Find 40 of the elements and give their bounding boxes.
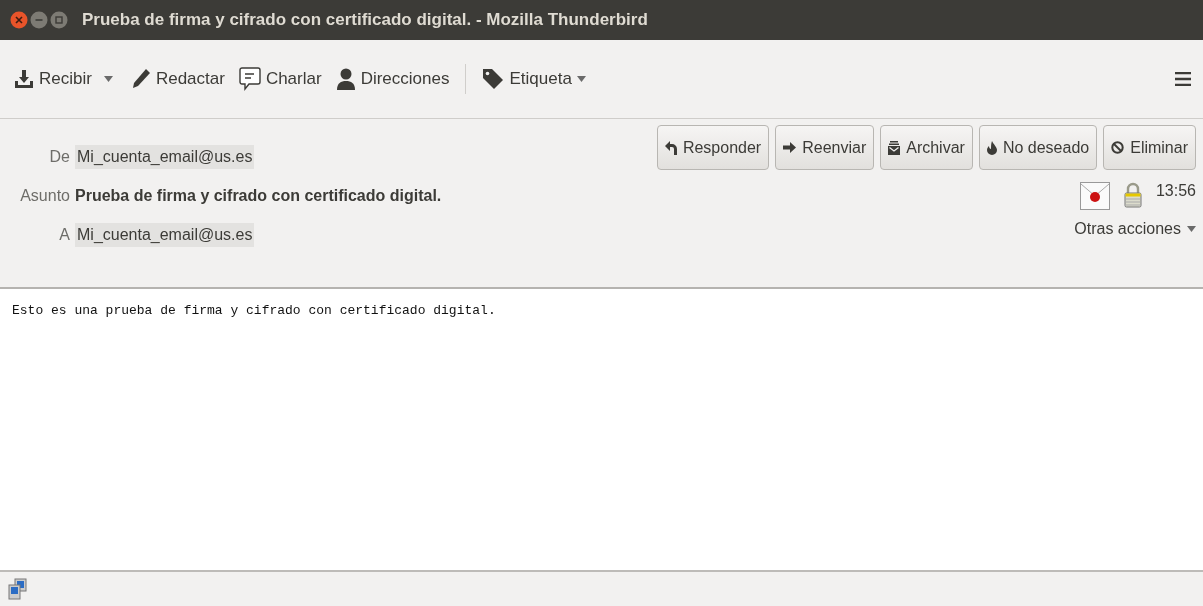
message-time: 13:56 [1155,182,1196,200]
sealed-envelope-icon[interactable] [1079,182,1110,210]
caret-icon [103,76,113,82]
email-address[interactable]: Mi_cuenta_email@us.es [75,145,255,169]
toolbar-button[interactable]: Charlar [234,65,326,93]
maximize-icon[interactable] [50,11,68,29]
padlock-icon[interactable] [1123,182,1142,208]
toolbar-button[interactable]: Etiqueta [478,66,590,92]
toolbar-button[interactable]: Redactar [126,66,229,92]
pencil-icon [130,68,151,90]
menu-icon[interactable] [1175,72,1191,86]
reply-arrow-icon [664,140,677,155]
field-label: A [58,226,70,244]
tag-icon [482,68,505,90]
person-icon [335,68,356,90]
prohibited-icon [1111,141,1125,154]
action-button[interactable]: Responder [656,125,770,170]
close-icon[interactable] [10,11,28,29]
subject-text: Prueba de firma y cifrado con certificado digital. [75,187,442,205]
action-button[interactable]: Reenviar [775,125,875,170]
chat-bubble-icon [238,67,261,91]
minimize-icon[interactable] [30,11,48,29]
download-icon [14,69,34,89]
action-button[interactable]: Archivar [880,125,973,170]
email-address[interactable]: Mi_cuenta_email@us.es [75,223,255,247]
window-title: Prueba de firma y cifrado con certificado digital. - Mozilla Thunderbird [82,10,648,30]
toolbar-button[interactable]: Direcciones [331,66,454,92]
message-body: Esto es una prueba de firma y cifrado con certificado digital. [12,303,497,318]
caret-icon [1187,226,1196,232]
field-label: De [48,148,70,166]
network-computers-icon [8,578,28,600]
toolbar-button[interactable]: Recibir [10,67,96,91]
flame-icon [986,140,997,155]
right-arrow-icon [783,142,797,153]
action-button[interactable]: Eliminar [1103,125,1196,170]
more-actions-button[interactable]: Otras acciones [1074,220,1196,238]
action-button[interactable]: No deseado [978,125,1098,170]
caret-icon [576,76,586,82]
archive-box-icon [888,140,901,155]
field-label: Asunto [19,187,70,205]
